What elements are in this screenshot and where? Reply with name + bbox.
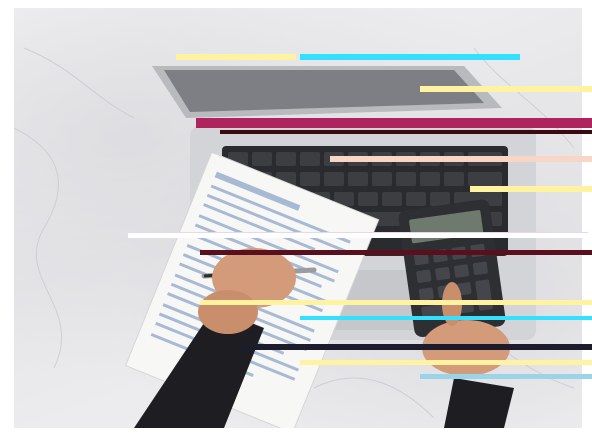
photo-illustration xyxy=(14,47,575,428)
laptop-screen xyxy=(152,66,502,118)
glitch-bar xyxy=(196,118,592,128)
glitch-bar xyxy=(176,54,296,60)
glitch-bar xyxy=(420,86,592,92)
glitch-bar xyxy=(128,232,588,238)
marble-surface xyxy=(14,8,582,428)
glitch-bar xyxy=(200,250,592,255)
glitch-bar xyxy=(300,54,520,60)
glitch-bar xyxy=(240,344,592,350)
glitch-bar xyxy=(220,130,592,134)
glitch-bar xyxy=(420,374,592,379)
photo-canvas xyxy=(0,0,592,434)
glitch-bar xyxy=(330,156,592,162)
glitch-bar xyxy=(200,300,592,305)
glitch-bar xyxy=(300,316,592,320)
glitch-bar xyxy=(300,360,592,365)
glitch-bar xyxy=(470,186,592,192)
